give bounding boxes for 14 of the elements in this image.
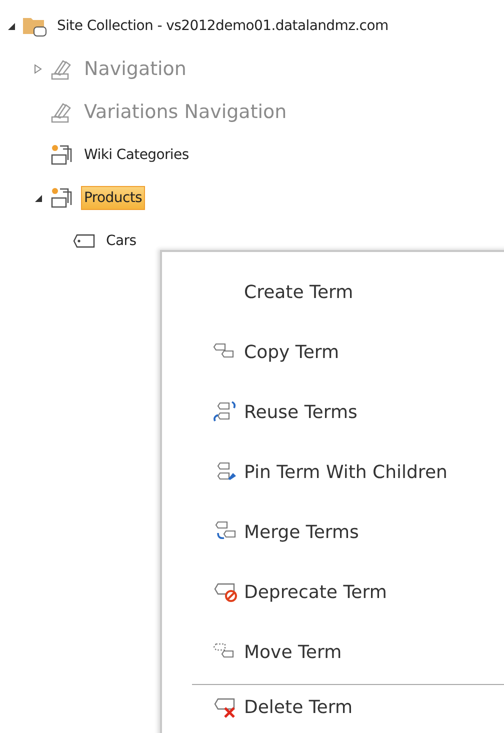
menu-item[interactable]: Pin Term With Children	[162, 442, 504, 502]
tag-icon	[73, 232, 97, 248]
expanded-arrow-icon[interactable]	[33, 192, 43, 202]
menu-item[interactable]: Copy Term	[162, 322, 504, 382]
tree-node-label[interactable]: Site Collection - vs2012demo01.datalandmz.com	[54, 14, 392, 38]
expanded-arrow-icon[interactable]	[6, 20, 16, 30]
menu-item[interactable]: Create Term	[162, 262, 504, 322]
menu-item[interactable]: Merge Terms	[162, 502, 504, 562]
collapsed-arrow-icon[interactable]	[33, 64, 43, 74]
menu-item[interactable]: Deprecate Term	[162, 562, 504, 622]
tree-node-label[interactable]: Cars	[103, 228, 140, 252]
tree-node-label[interactable]: Wiki Categories	[81, 142, 192, 166]
tree-node-label[interactable]: Products	[81, 186, 146, 210]
menu-item[interactable]: Reuse Terms	[162, 382, 504, 442]
